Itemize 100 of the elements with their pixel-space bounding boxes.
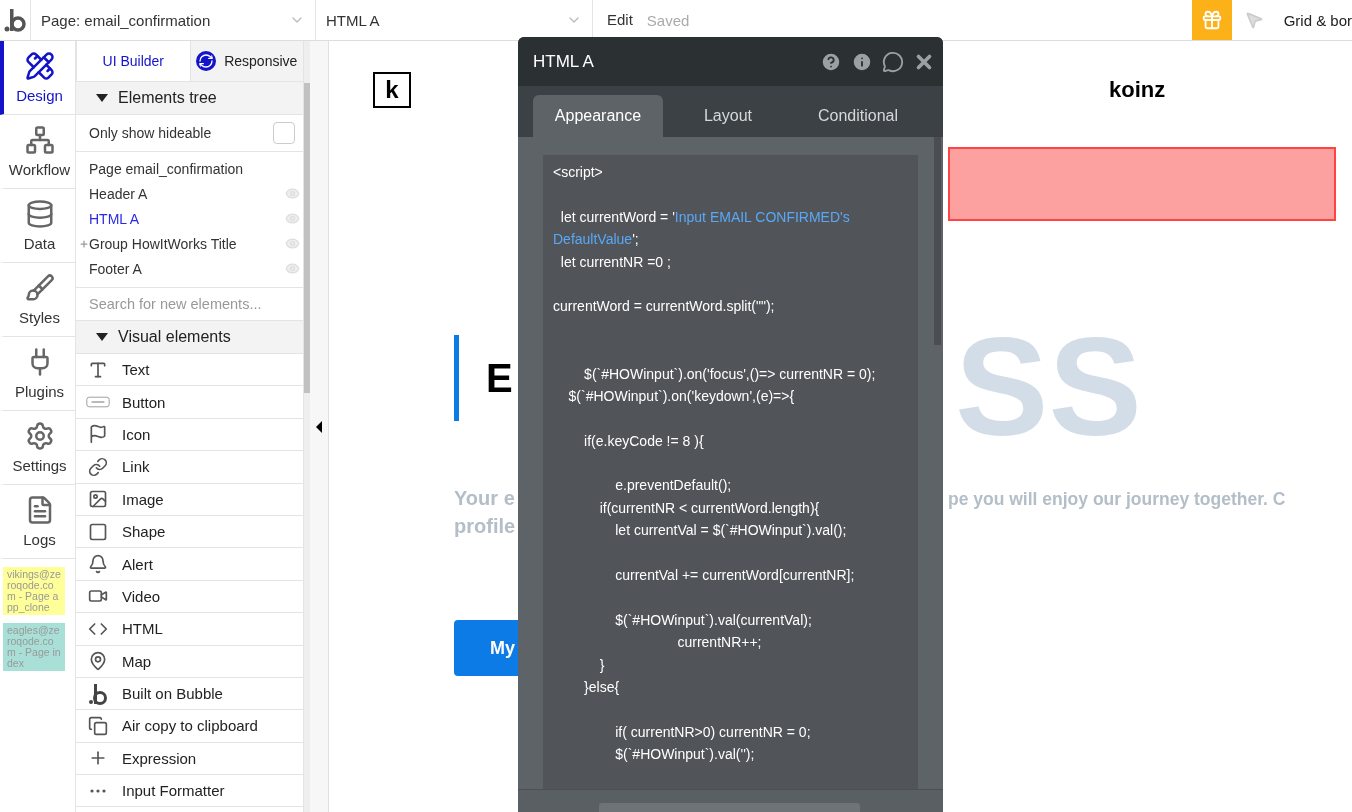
code-line: $(`#HOWinput`).val(''); — [614, 746, 755, 763]
section-title: Elements tree — [118, 89, 217, 107]
panel-tab[interactable]: Responsive — [189, 41, 303, 82]
code-line: $(`#HOWinput`).val(currentVal); — [614, 611, 812, 628]
tree-item[interactable]: Footer A — [89, 260, 285, 277]
code-line: currentWord = currentWord.split(""); — [553, 298, 775, 315]
cursor-icon[interactable] — [1243, 10, 1264, 30]
checkbox-label: Only show hideable — [89, 125, 212, 141]
element-item[interactable]: Button — [76, 386, 303, 419]
eye-icon[interactable] — [285, 236, 300, 251]
code-line: e.preventDefault(); — [614, 477, 732, 494]
caret-icon[interactable] — [96, 333, 108, 341]
square-icon — [88, 521, 108, 542]
code-line: currentVal += currentWord[currentNR]; — [614, 567, 855, 584]
body-text: profile — [454, 515, 516, 538]
scroll-thumb[interactable] — [934, 137, 941, 345]
pin-icon — [88, 651, 108, 672]
scroll-thumb[interactable] — [304, 83, 310, 393]
nav-label: Styles — [19, 309, 60, 326]
nav-item[interactable]: Workflow — [0, 115, 75, 189]
brand-name: koinz — [1109, 77, 1166, 103]
nav-label: Data — [23, 235, 56, 252]
help-icon[interactable] — [820, 50, 842, 73]
code-line: currentNR++; — [676, 634, 762, 651]
nav-item[interactable]: Settings — [0, 411, 75, 485]
collapse-icon[interactable] — [316, 420, 322, 433]
design-icon — [24, 51, 55, 81]
element-item[interactable]: Text — [76, 354, 303, 387]
code-line: }else{ — [583, 679, 620, 695]
element-item[interactable]: Icon — [76, 418, 303, 452]
info-icon[interactable] — [851, 50, 873, 73]
nav-item[interactable]: Data — [0, 189, 75, 263]
eye-icon[interactable] — [285, 211, 300, 226]
button-icon — [86, 395, 110, 410]
code-line: } — [598, 656, 605, 673]
nav-item[interactable]: Plugins — [0, 337, 75, 411]
bubble-logo-icon — [88, 682, 108, 705]
logo: k — [373, 72, 411, 108]
dots-icon — [90, 788, 106, 793]
body-text: pe you will enjoy our journey together. C — [948, 489, 1286, 510]
element-item[interactable]: Map — [76, 645, 303, 678]
code-line: if(currentNR < currentWord.length){ — [598, 499, 820, 516]
element-item[interactable]: Built on Bubble — [76, 677, 303, 711]
editor-tab[interactable]: Appearance — [533, 95, 663, 137]
tree-item[interactable]: Header A — [89, 185, 285, 202]
panel-tab[interactable]: UI Builder — [76, 41, 190, 82]
nav-item[interactable]: Logs — [0, 485, 75, 559]
comment-icon[interactable] — [882, 50, 904, 73]
gift-icon — [1200, 9, 1223, 31]
code-line: let currentVal = $(`#HOWinput`).val(); — [614, 522, 847, 539]
element-item[interactable]: Image — [76, 483, 303, 516]
code-text: '; — [632, 231, 639, 248]
heading: E — [486, 356, 513, 401]
tree-item[interactable]: HTML A — [89, 210, 285, 227]
eye-icon[interactable] — [285, 261, 300, 276]
code-line: $(`#HOWinput`).on('keydown',(e)=>{ — [567, 387, 795, 404]
eye-icon[interactable] — [285, 186, 300, 201]
element-item[interactable]: HTML — [76, 613, 303, 646]
cta-button[interactable]: My — [454, 620, 521, 676]
selected-html-element[interactable] — [948, 147, 1336, 221]
image-icon — [88, 489, 108, 510]
body-text: Your e — [454, 487, 515, 510]
bubble-logo-icon[interactable] — [4, 8, 26, 32]
expand-icon[interactable] — [79, 238, 89, 249]
editor-tab[interactable]: Conditional — [793, 95, 923, 137]
code-line: $(`#HOWinput`).on('focus',()=> currentNR = 0); — [583, 365, 876, 382]
nav-label: Workflow — [8, 161, 71, 178]
section-title: Visual elements — [118, 328, 231, 346]
flag-icon — [88, 424, 108, 445]
element-item[interactable]: Input Formatter — [76, 775, 303, 808]
grid-menu[interactable]: Grid & bor — [1283, 11, 1352, 29]
gift-button[interactable] — [1191, 0, 1232, 40]
refresh-icon — [196, 51, 217, 71]
element-item[interactable]: Video — [76, 580, 303, 614]
caret-icon[interactable] — [96, 94, 108, 102]
element-item[interactable]: Expression — [76, 742, 303, 776]
editor-tab[interactable]: Layout — [663, 95, 793, 137]
copy-icon — [88, 716, 108, 736]
element-item[interactable]: Shape — [76, 515, 303, 549]
link-icon — [88, 456, 108, 477]
element-item[interactable]: Air copy to clipboard — [76, 710, 303, 743]
bell-icon — [88, 554, 108, 575]
editor-title: HTML A — [533, 51, 595, 72]
nav-label: Design — [16, 87, 63, 104]
page-dropdown[interactable]: Page: email_confirmation — [30, 0, 315, 40]
nav-item[interactable]: Styles — [0, 263, 75, 337]
code-line: if( currentNR>0) currentNR = 0; — [614, 723, 811, 740]
settings-icon — [24, 421, 55, 451]
nav-label: Settings — [12, 457, 67, 474]
code-line: <script> — [553, 164, 603, 180]
checkbox[interactable] — [273, 122, 295, 144]
code-line: let currentNR =0 ; — [559, 253, 671, 270]
nav-label: Logs — [23, 531, 56, 548]
save-status: Saved — [646, 11, 690, 29]
tree-item[interactable]: Group HowItWorks Title — [89, 235, 285, 252]
element-item[interactable]: Alert — [76, 548, 303, 581]
element-item[interactable]: Link — [76, 451, 303, 484]
tree-item[interactable]: Page email_confirmation — [89, 160, 300, 177]
code-line: if(e.keyCode != 8 ){ — [583, 432, 704, 449]
code-text: let currentWord = ' — [559, 208, 675, 225]
